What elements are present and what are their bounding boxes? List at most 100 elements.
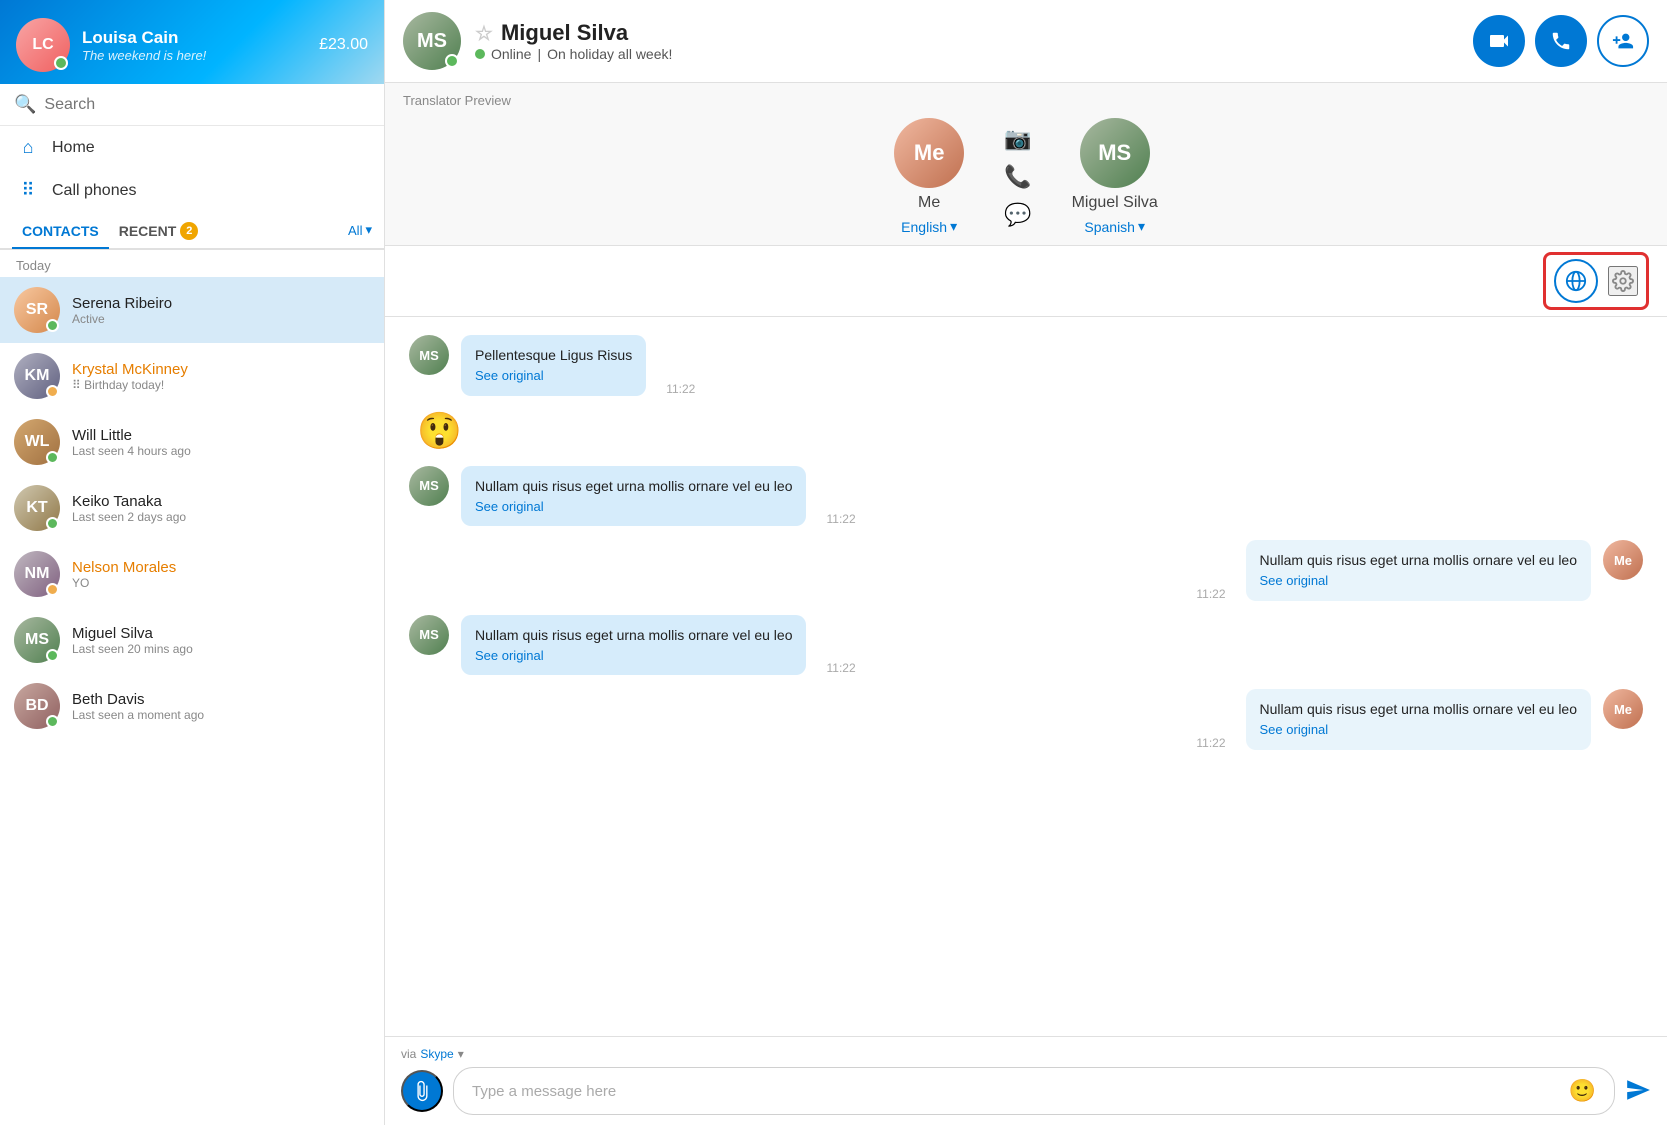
chevron-down-icon: ▾: [365, 222, 372, 238]
contact-sub-beth: Last seen a moment ago: [72, 708, 370, 722]
contact-name-nelson: Nelson Morales: [72, 559, 370, 576]
nav-home-label: Home: [52, 139, 95, 157]
translator-label: Translator Preview: [403, 93, 1649, 108]
contact-name-will: Will Little: [72, 427, 370, 444]
translator-globe-button[interactable]: [1554, 259, 1598, 303]
contact-krystal[interactable]: KM Krystal McKinney ⠿ Birthday today!: [0, 343, 384, 409]
recent-badge: 2: [180, 222, 198, 240]
via-skype-link[interactable]: Skype: [420, 1047, 453, 1061]
message-6-time: 11:22: [1196, 736, 1225, 750]
see-original-3[interactable]: See original: [475, 497, 792, 517]
send-button[interactable]: [1625, 1077, 1651, 1106]
contact-name-serena: Serena Ribeiro: [72, 295, 370, 312]
message-3-time: 11:22: [826, 512, 855, 526]
message-5-bubble: Nullam quis risus eget urna mollis ornar…: [461, 615, 806, 676]
main-chat: MS ☆ Miguel Silva Online | On holiday al…: [385, 0, 1667, 1125]
contact-name-krystal: Krystal McKinney: [72, 361, 370, 378]
nav-callphones-label: Call phones: [52, 182, 137, 200]
contact-miguel[interactable]: MS Miguel Silva Last seen 20 mins ago: [0, 607, 384, 673]
user-name: Louisa Cain: [82, 28, 206, 48]
message-3-bubble: Nullam quis risus eget urna mollis ornar…: [461, 466, 806, 527]
contact-name-keiko: Keiko Tanaka: [72, 493, 370, 510]
see-original-1[interactable]: See original: [475, 366, 632, 386]
messages-area: MS Pellentesque Ligus Risus See original…: [385, 317, 1667, 1036]
contact-sub-will: Last seen 4 hours ago: [72, 444, 370, 458]
via-dropdown-icon[interactable]: ▾: [458, 1047, 464, 1061]
message-6: Me Nullam quis risus eget urna mollis or…: [409, 689, 1643, 750]
user-avatar-wrap: LC: [16, 18, 70, 72]
emoji-button[interactable]: 🙂: [1569, 1078, 1596, 1104]
message-4-time: 11:22: [1196, 587, 1225, 601]
message-input-placeholder: Type a message here: [472, 1083, 616, 1100]
message-1: MS Pellentesque Ligus Risus See original…: [409, 335, 1643, 396]
see-original-6[interactable]: See original: [1260, 720, 1577, 740]
message-4-bubble: Nullam quis risus eget urna mollis ornar…: [1246, 540, 1591, 601]
contact-sub-keiko: Last seen 2 days ago: [72, 510, 370, 524]
chevron-down-icon: ▾: [1138, 218, 1145, 235]
search-icon: 🔍: [14, 94, 36, 115]
message-emoji: 😲: [417, 410, 1643, 452]
translator-contact-label: Miguel Silva: [1072, 194, 1158, 212]
contact-sub-nelson: YO: [72, 576, 370, 590]
star-icon[interactable]: ☆: [475, 21, 493, 46]
online-status: Online | On holiday all week!: [475, 46, 1459, 62]
section-today: Today: [0, 250, 384, 277]
birthday-icon: ⠿: [72, 378, 81, 392]
user-status-text: The weekend is here!: [82, 48, 206, 63]
translator-me: Me Me English ▾: [894, 118, 964, 235]
audio-call-button[interactable]: [1535, 15, 1587, 67]
translator-contact: MS Miguel Silva Spanish ▾: [1072, 118, 1158, 235]
nav-callphones[interactable]: ⠿ Call phones: [0, 169, 384, 212]
chat-avatar-wrap: MS: [403, 12, 461, 70]
home-icon: ⌂: [16, 137, 40, 158]
chat-icon: 💬: [1004, 202, 1031, 228]
chat-contact-name: ☆ Miguel Silva: [475, 20, 1459, 46]
via-skype-label: via Skype ▾: [401, 1047, 1651, 1061]
sidebar: LC Louisa Cain The weekend is here! £23.…: [0, 0, 385, 1125]
header-actions: [1473, 15, 1649, 67]
translator-toolbar-highlight: [1543, 252, 1649, 310]
contact-will[interactable]: WL Will Little Last seen 4 hours ago: [0, 409, 384, 475]
video-call-button[interactable]: [1473, 15, 1525, 67]
video-icon: 📷: [1004, 126, 1031, 152]
tabs-row: CONTACTS RECENT 2 All ▾: [0, 212, 384, 250]
user-status-dot: [54, 56, 68, 70]
add-contact-button[interactable]: [1597, 15, 1649, 67]
phone-icon: 📞: [1004, 164, 1031, 190]
translator-bar: Translator Preview Me Me English ▾ 📷 📞 💬…: [385, 83, 1667, 246]
see-original-5[interactable]: See original: [475, 646, 792, 666]
tab-recent[interactable]: RECENT 2: [109, 212, 209, 250]
search-input[interactable]: [44, 96, 370, 114]
contact-sub-krystal: ⠿ Birthday today!: [72, 378, 370, 392]
message-1-bubble: Pellentesque Ligus Risus See original: [461, 335, 646, 396]
sidebar-header: LC Louisa Cain The weekend is here! £23.…: [0, 0, 384, 84]
contact-name-miguel: Miguel Silva: [72, 625, 370, 642]
message-4: Me Nullam quis risus eget urna mollis or…: [409, 540, 1643, 601]
all-filter-dropdown[interactable]: All ▾: [348, 222, 372, 238]
translator-toolbar: [385, 246, 1667, 317]
contact-name-beth: Beth Davis: [72, 691, 370, 708]
translator-settings-button[interactable]: [1608, 266, 1638, 296]
contact-nelson[interactable]: NM Nelson Morales YO: [0, 541, 384, 607]
translator-middle: 📷 📞 💬: [1004, 126, 1031, 228]
input-area: via Skype ▾ Type a message here 🙂: [385, 1036, 1667, 1125]
search-bar[interactable]: 🔍: [0, 84, 384, 126]
dialpad-icon: ⠿: [16, 180, 40, 201]
attach-button[interactable]: [401, 1070, 443, 1112]
contact-beth[interactable]: BD Beth Davis Last seen a moment ago: [0, 673, 384, 739]
contact-serena[interactable]: SR Serena Ribeiro Active: [0, 277, 384, 343]
contact-language-select[interactable]: Spanish ▾: [1084, 218, 1145, 235]
contact-sub-miguel: Last seen 20 mins ago: [72, 642, 370, 656]
contact-keiko[interactable]: KT Keiko Tanaka Last seen 2 days ago: [0, 475, 384, 541]
message-input-box[interactable]: Type a message here 🙂: [453, 1067, 1615, 1115]
chat-header: MS ☆ Miguel Silva Online | On holiday al…: [385, 0, 1667, 83]
message-3: MS Nullam quis risus eget urna mollis or…: [409, 466, 1643, 527]
message-1-time: 11:22: [666, 382, 695, 396]
message-6-bubble: Nullam quis risus eget urna mollis ornar…: [1246, 689, 1591, 750]
translator-me-label: Me: [918, 194, 940, 212]
see-original-4[interactable]: See original: [1260, 571, 1577, 591]
me-language-select[interactable]: English ▾: [901, 218, 957, 235]
emoji-surprised: 😲: [417, 410, 462, 451]
nav-home[interactable]: ⌂ Home: [0, 126, 384, 169]
tab-contacts[interactable]: CONTACTS: [12, 213, 109, 249]
